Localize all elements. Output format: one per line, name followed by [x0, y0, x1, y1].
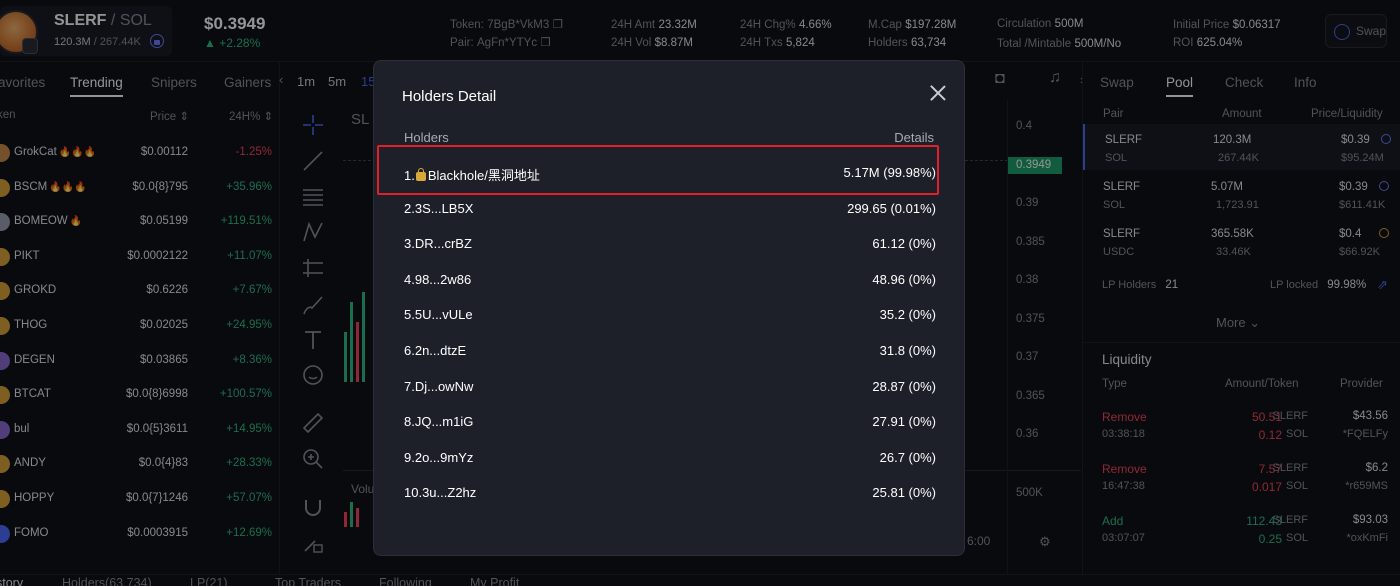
holder-row[interactable]: 6.2n...dtzE 31.8 (0%): [404, 333, 936, 369]
holder-address: 10.3u...Z2hz: [404, 485, 476, 500]
holder-rank: 4.: [404, 271, 415, 287]
holder-address-text[interactable]: 5U...vULe: [415, 307, 473, 322]
holder-address: 3.DR...crBZ: [404, 236, 472, 251]
holder-rank: 8.: [404, 414, 415, 430]
holder-detail: 25.81 (0%): [872, 485, 936, 501]
holder-address-text[interactable]: 2o...9mYz: [415, 450, 474, 465]
holder-detail: 61.12 (0%): [872, 236, 936, 252]
column-holders: Holders: [404, 130, 449, 145]
highlight-box: [377, 145, 939, 195]
holder-address: 2.3S...LB5X: [404, 201, 473, 216]
holder-address-text[interactable]: Dj...owNw: [415, 379, 474, 394]
holder-detail: 48.96 (0%): [872, 271, 936, 287]
holder-address-text[interactable]: 3S...LB5X: [415, 201, 474, 216]
holder-rank: 3.: [404, 236, 415, 252]
holder-address: 6.2n...dtzE: [404, 343, 466, 358]
holder-address-text[interactable]: 2n...dtzE: [415, 343, 466, 358]
holder-address: 4.98...2w86: [404, 272, 471, 287]
holder-row[interactable]: 7.Dj...owNw 28.87 (0%): [404, 369, 936, 405]
holder-address-text[interactable]: 3u...Z2hz: [422, 485, 476, 500]
holder-address: 8.JQ...m1iG: [404, 414, 473, 429]
holder-row[interactable]: 4.98...2w86 48.96 (0%): [404, 262, 936, 298]
holder-address: 9.2o...9mYz: [404, 450, 473, 465]
holder-rank: 10.: [404, 485, 423, 501]
holder-rank: 9.: [404, 449, 415, 465]
holder-rank: 2.: [404, 200, 415, 216]
holder-detail: 35.2 (0%): [879, 307, 936, 323]
holder-address: 5.5U...vULe: [404, 307, 473, 322]
column-details: Details: [894, 130, 934, 145]
holder-rank: 7.: [404, 378, 415, 394]
holder-address-text[interactable]: JQ...m1iG: [415, 414, 474, 429]
holder-address-text[interactable]: 98...2w86: [415, 272, 471, 287]
holder-detail: 31.8 (0%): [879, 343, 936, 358]
holder-detail: 28.87 (0%): [872, 378, 936, 394]
holder-address: 7.Dj...owNw: [404, 379, 473, 394]
modal-title: Holders Detail: [402, 88, 497, 105]
holder-address-text[interactable]: DR...crBZ: [415, 236, 472, 251]
holder-row[interactable]: 9.2o...9mYz 26.7 (0%): [404, 440, 936, 476]
holder-row[interactable]: 10.3u...Z2hz 25.81 (0%): [404, 475, 936, 511]
holder-rank: 6.: [404, 343, 415, 358]
holder-rank: 5.: [404, 307, 415, 323]
holder-detail: 26.7 (0%): [879, 449, 936, 465]
holder-row[interactable]: 2.3S...LB5X 299.65 (0.01%): [404, 191, 936, 227]
holder-detail: 299.65 (0.01%): [847, 200, 936, 216]
holder-row[interactable]: 3.DR...crBZ 61.12 (0%): [404, 226, 936, 262]
holder-detail: 27.91 (0%): [872, 414, 936, 430]
holder-row[interactable]: 8.JQ...m1iG 27.91 (0%): [404, 404, 936, 440]
close-icon[interactable]: [928, 83, 948, 103]
holder-row[interactable]: 5.5U...vULe 35.2 (0%): [404, 297, 936, 333]
holders-detail-modal: Holders Detail Holders Details 1. Blackho…: [373, 60, 965, 556]
